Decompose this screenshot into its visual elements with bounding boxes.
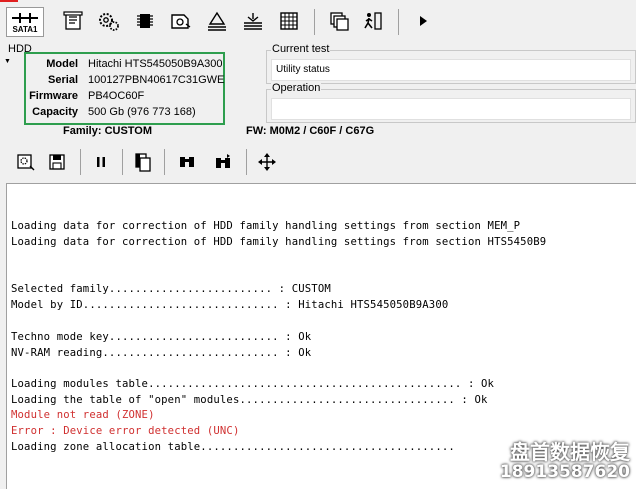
family-label: Family: CUSTOM (63, 125, 153, 137)
hdd-key: Serial (48, 74, 78, 86)
hdd-dropdown-arrow-icon[interactable]: ▼ (4, 58, 11, 65)
platter-stack-icon (244, 13, 262, 30)
log-line: Selected family.........................… (11, 283, 331, 295)
copy-pages-icon (135, 153, 151, 172)
operation-field (271, 98, 631, 120)
exit-button[interactable] (358, 6, 388, 36)
sata-connector-icon (12, 13, 38, 23)
hard-disk-icon (171, 14, 191, 29)
move-window-button[interactable] (252, 147, 282, 177)
hdd-value: Hitachi HTS545050B9A300 (88, 58, 223, 70)
log-line: Loading the table of "open" modules.....… (11, 394, 488, 406)
hdd-info-panel: Model Hitachi HTS545050B9A300 Serial 100… (24, 52, 225, 125)
pause-button[interactable] (86, 147, 116, 177)
hdd-value: 100127PBN40617C31GWE (88, 74, 225, 86)
surface-test-button[interactable] (238, 6, 268, 36)
toolbar-separator (398, 9, 399, 35)
hdd-value: PB4OC60F (88, 90, 145, 102)
watermark-title: 盘首数据恢复 (510, 440, 630, 464)
save-disk-icon (49, 154, 65, 170)
operation-group: Operation (266, 82, 636, 123)
log-line: NV-RAM reading..........................… (11, 347, 312, 359)
find-button[interactable] (172, 147, 202, 177)
log-console[interactable]: Loading data for correction of HDD famil… (6, 183, 636, 489)
log-line-error: Module not read (ZONE) (11, 409, 155, 421)
grid-table-icon (280, 12, 298, 30)
copy-log-button[interactable] (128, 147, 158, 177)
run-button[interactable] (408, 6, 438, 36)
sata-port-button[interactable]: SATA1 (6, 7, 44, 37)
hdd-key: Firmware (29, 90, 78, 102)
passport-button[interactable] (58, 6, 88, 36)
hdd-row-model: Model Hitachi HTS545050B9A300 (26, 58, 223, 74)
hdd-row-firmware: Firmware PB4OC60F (26, 90, 223, 106)
log-line: Loading modules table...................… (11, 378, 495, 390)
hdd-key: Capacity (32, 106, 78, 118)
disk-head-icon (208, 11, 226, 31)
watermark-phone: 18913587620 (499, 462, 630, 482)
pause-icon (97, 157, 105, 167)
current-test-label: Current test (271, 43, 331, 55)
play-arrow-icon (420, 16, 427, 26)
copy-windows-button[interactable] (324, 6, 354, 36)
find-next-button[interactable] (208, 147, 238, 177)
current-test-group: Current test Utility status (266, 43, 636, 84)
hdd-row-serial: Serial 100127PBN40617C31GWE (26, 74, 225, 90)
hdd-value: 500 Gb (976 773 168) (88, 106, 196, 118)
log-line-error: Error : Device error detected (UNC) (11, 425, 240, 437)
drive-settings-button[interactable] (94, 6, 124, 36)
firmware-label: FW: M0M2 / C60F / C67G (246, 125, 375, 137)
log-line: Techno mode key.........................… (11, 331, 312, 343)
move-arrows-icon (258, 153, 276, 171)
toolbar-separator (246, 149, 247, 175)
window-accent-strip (0, 0, 18, 2)
operation-label: Operation (271, 82, 322, 94)
toolbar-separator (164, 149, 165, 175)
sata-port-label: SATA1 (12, 25, 38, 34)
running-man-door-icon (364, 12, 382, 30)
current-test-field: Utility status (271, 59, 631, 81)
log-line: Loading data for correction of HDD famil… (11, 220, 521, 232)
chip-icon (137, 14, 153, 28)
log-toolbar (0, 143, 636, 181)
binoculars-next-icon (216, 154, 230, 168)
disk-save-button[interactable] (166, 6, 196, 36)
windows-stack-icon (330, 12, 349, 31)
log-line: Loading zone allocation table...........… (11, 441, 455, 453)
load-settings-icon (17, 154, 35, 171)
head-test-button[interactable] (202, 6, 232, 36)
gears-icon (99, 13, 119, 31)
log-line: Model by ID.............................… (11, 299, 449, 311)
binoculars-icon (180, 157, 194, 167)
toolbar-separator (314, 9, 315, 35)
main-toolbar: SATA1 (0, 4, 636, 40)
toolbar-separator (122, 149, 123, 175)
hdd-row-capacity: Capacity 500 Gb (976 773 168) (26, 106, 223, 122)
log-line: Loading data for correction of HDD famil… (11, 236, 547, 248)
save-log-button[interactable] (42, 147, 72, 177)
hdd-key: Model (46, 58, 78, 70)
open-log-button[interactable] (10, 147, 40, 177)
scroll-document-icon (63, 11, 83, 30)
toolbar-separator (80, 149, 81, 175)
chip-button[interactable] (130, 6, 160, 36)
table-view-button[interactable] (274, 6, 304, 36)
